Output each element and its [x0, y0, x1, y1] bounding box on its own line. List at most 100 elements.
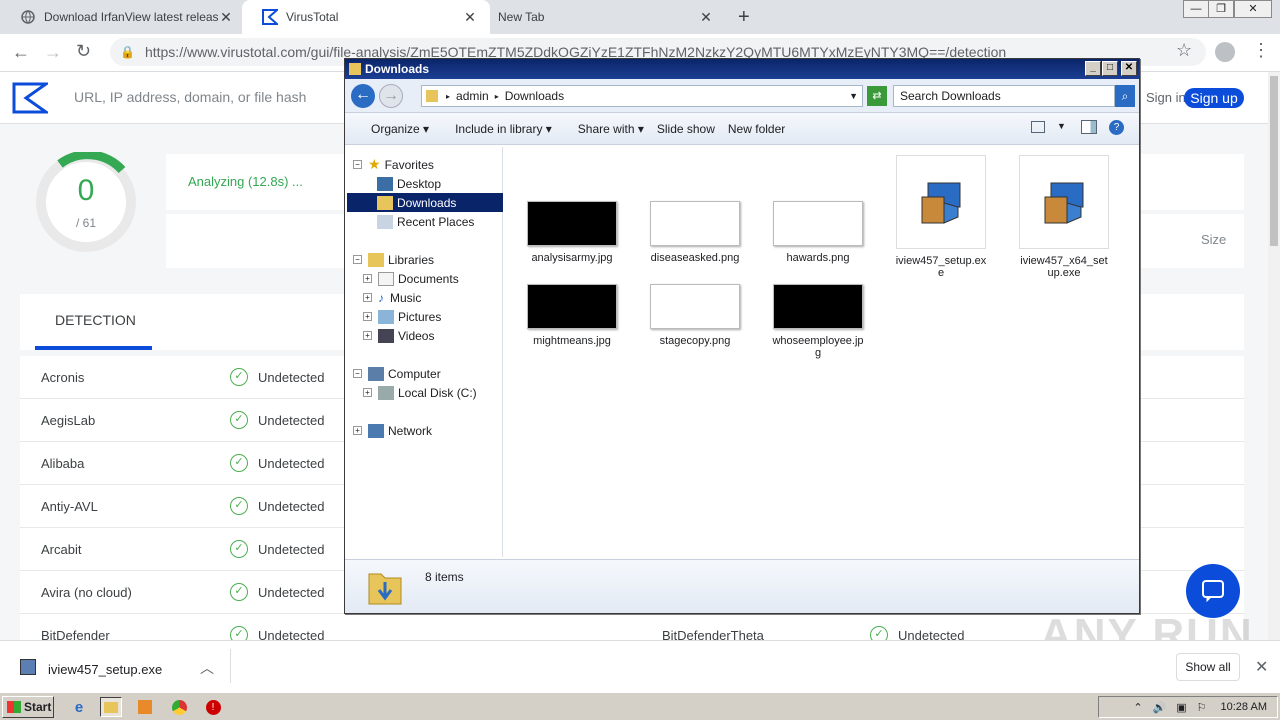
- close-window-icon[interactable]: ✕: [1234, 0, 1272, 18]
- bookmark-star-icon[interactable]: ☆: [1176, 40, 1192, 61]
- chevron-down-icon[interactable]: ▼: [1057, 121, 1066, 131]
- expand-icon[interactable]: +: [363, 312, 372, 321]
- view-options-icon[interactable]: [1031, 121, 1045, 133]
- tree-computer[interactable]: − Computer: [353, 364, 441, 383]
- chevron-up-icon[interactable]: ︿: [200, 658, 214, 678]
- window-title: Downloads: [365, 62, 430, 76]
- new-folder-button[interactable]: New folder: [728, 122, 785, 136]
- stop-icon[interactable]: !: [202, 697, 224, 717]
- refresh-icon[interactable]: ⇄: [867, 86, 887, 106]
- sign-in-link[interactable]: Sign in: [1146, 90, 1186, 105]
- forward-icon[interactable]: →: [379, 84, 403, 108]
- close-icon[interactable]: ✕: [1121, 61, 1137, 76]
- engine-result: Undetected: [258, 498, 325, 514]
- engine-name: AegisLab: [41, 412, 96, 428]
- tab-virustotal[interactable]: VirusTotal ✕: [242, 0, 490, 34]
- tree-videos[interactable]: + Videos: [363, 326, 434, 345]
- close-tab-icon[interactable]: ✕: [698, 9, 714, 26]
- expand-icon[interactable]: +: [363, 293, 372, 302]
- file-item[interactable]: mightmeans.jpg: [517, 284, 627, 347]
- internet-explorer-icon[interactable]: e: [68, 697, 90, 717]
- download-filename[interactable]: iview457_setup.exe: [48, 662, 162, 677]
- new-tab-icon[interactable]: +: [738, 6, 750, 29]
- tree-desktop[interactable]: Desktop: [377, 174, 441, 193]
- profile-avatar-icon[interactable]: [1215, 42, 1235, 62]
- volume-icon[interactable]: 🔊: [1153, 701, 1167, 714]
- organize-menu[interactable]: Organize ▾: [358, 122, 429, 136]
- tab-strip: Download IrfanView latest release ✕ Viru…: [0, 0, 1280, 34]
- downloads-folder-icon: [367, 568, 403, 606]
- breadcrumb-admin[interactable]: admin: [456, 89, 489, 103]
- back-icon[interactable]: ←: [351, 84, 375, 108]
- chevron-down-icon[interactable]: ▼: [849, 91, 858, 101]
- tree-local-disk[interactable]: + Local Disk (C:): [363, 383, 477, 402]
- address-breadcrumb[interactable]: ▸ admin ▸ Downloads ▼: [421, 85, 863, 107]
- flag-icon[interactable]: ⚐: [1197, 701, 1207, 714]
- close-tab-icon[interactable]: ✕: [218, 9, 234, 26]
- tree-network[interactable]: + Network: [353, 421, 432, 440]
- menu-icon[interactable]: ⋮: [1252, 40, 1270, 61]
- virustotal-logo-icon[interactable]: [12, 82, 51, 117]
- slide-show-button[interactable]: Slide show: [657, 122, 715, 136]
- tab-detection[interactable]: DETECTION: [55, 312, 136, 328]
- tab-new-tab[interactable]: New Tab ✕: [478, 0, 726, 34]
- start-button[interactable]: Start: [2, 696, 54, 718]
- close-tab-icon[interactable]: ✕: [462, 9, 478, 26]
- scrollbar-thumb[interactable]: [1270, 76, 1278, 246]
- tray-arrow-icon[interactable]: ⌃: [1133, 701, 1142, 714]
- expand-icon[interactable]: +: [353, 426, 362, 435]
- score-gauge: 0 / 61: [36, 152, 136, 252]
- sign-up-button[interactable]: Sign up: [1184, 88, 1244, 108]
- image-thumbnail: [773, 201, 863, 246]
- breadcrumb-downloads[interactable]: Downloads: [505, 89, 564, 103]
- media-player-icon[interactable]: [134, 697, 156, 717]
- collapse-icon[interactable]: −: [353, 160, 362, 169]
- expand-icon[interactable]: +: [363, 274, 372, 283]
- check-icon: ✓: [230, 454, 248, 472]
- close-downloads-icon[interactable]: ✕: [1255, 657, 1268, 677]
- tree-recent-places[interactable]: Recent Places: [377, 212, 474, 231]
- restore-icon[interactable]: ❐: [1208, 0, 1234, 18]
- expand-icon[interactable]: +: [363, 331, 372, 340]
- recent-places-icon: [377, 214, 393, 229]
- explorer-title-bar[interactable]: Downloads _ □ ✕: [345, 59, 1139, 79]
- tree-downloads[interactable]: Downloads: [347, 193, 503, 212]
- share-with-menu[interactable]: Share with ▾: [565, 122, 644, 136]
- tree-libraries[interactable]: − Libraries: [353, 250, 434, 269]
- file-item[interactable]: whoseemployee.jpg: [763, 284, 873, 359]
- collapse-icon[interactable]: −: [353, 255, 362, 264]
- minimize-icon[interactable]: _: [1085, 61, 1101, 76]
- file-item[interactable]: iview457_setup.exe: [886, 155, 996, 279]
- file-item[interactable]: diseaseasked.png: [640, 201, 750, 264]
- reload-icon[interactable]: ↻: [76, 41, 91, 62]
- file-item[interactable]: hawards.png: [763, 201, 873, 264]
- vt-search-input[interactable]: URL, IP address, domain, or file hash: [74, 89, 306, 105]
- include-library-menu[interactable]: Include in library ▾: [442, 122, 552, 136]
- explorer-command-bar: Organize ▾ Include in library ▾ Share wi…: [345, 113, 1139, 145]
- collapse-icon[interactable]: −: [353, 369, 362, 378]
- back-icon[interactable]: ←: [12, 42, 30, 63]
- tree-documents[interactable]: + Documents: [363, 269, 459, 288]
- disk-icon: [378, 385, 394, 400]
- explorer-taskbar-icon[interactable]: [100, 697, 122, 717]
- tree-favorites[interactable]: − ★ Favorites: [353, 155, 434, 174]
- file-item[interactable]: iview457_x64_setup.exe: [1009, 155, 1119, 279]
- show-all-button[interactable]: Show all: [1176, 653, 1240, 681]
- file-item[interactable]: stagecopy.png: [640, 284, 750, 347]
- minimize-icon[interactable]: —: [1183, 0, 1209, 18]
- file-item[interactable]: analysisarmy.jpg: [517, 201, 627, 264]
- forward-icon[interactable]: →: [44, 42, 62, 63]
- expand-icon[interactable]: +: [363, 388, 372, 397]
- engine-result: Undetected: [258, 412, 325, 428]
- help-icon[interactable]: ?: [1109, 120, 1124, 135]
- search-downloads-input[interactable]: Search Downloads: [893, 85, 1115, 107]
- network-tray-icon[interactable]: ▣: [1176, 701, 1186, 714]
- installer-file-icon: [20, 659, 36, 675]
- tree-pictures[interactable]: + Pictures: [363, 307, 441, 326]
- chrome-icon[interactable]: [168, 697, 190, 717]
- tree-music[interactable]: + ♪ Music: [363, 288, 421, 307]
- maximize-icon[interactable]: □: [1102, 61, 1118, 76]
- preview-pane-icon[interactable]: [1081, 120, 1097, 134]
- tab-irfanview[interactable]: Download IrfanView latest release ✕: [0, 0, 246, 34]
- search-icon[interactable]: ⌕: [1115, 85, 1135, 107]
